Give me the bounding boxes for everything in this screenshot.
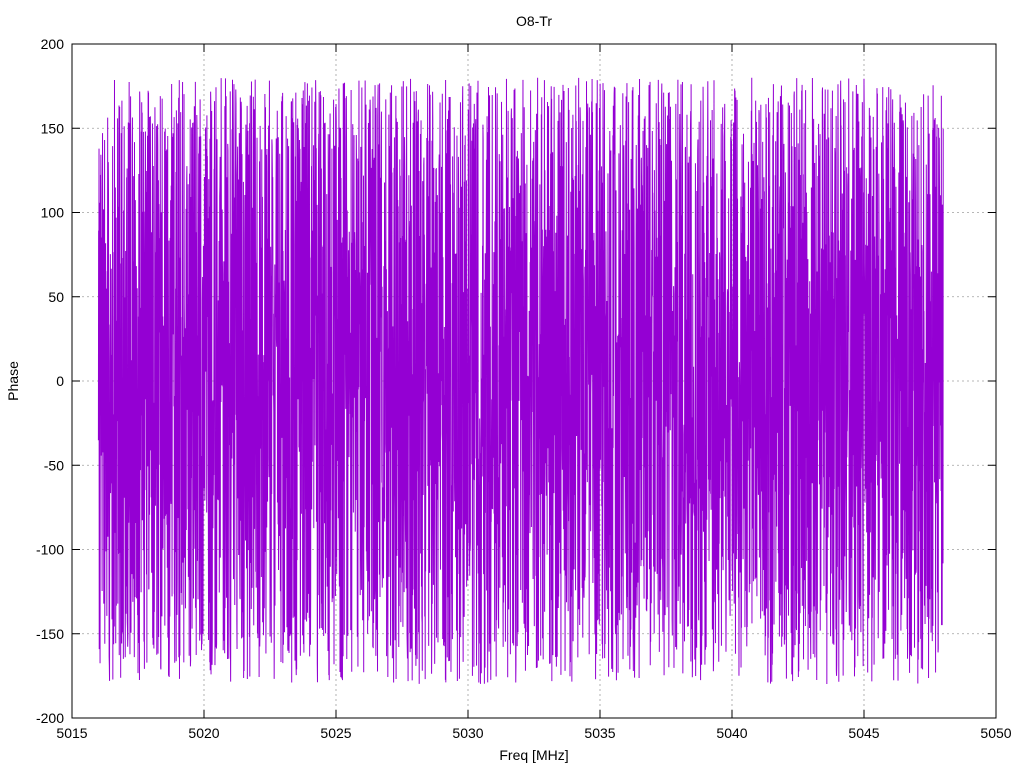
y-tick-label: -200 (36, 710, 64, 726)
y-axis-label: Phase (5, 361, 21, 401)
x-tick-label: 5035 (584, 725, 615, 741)
y-tick-label: 100 (41, 205, 65, 221)
y-tick-label: 150 (41, 120, 65, 136)
x-tick-label: 5050 (980, 725, 1011, 741)
y-tick-label: -150 (36, 626, 64, 642)
x-tick-label: 5025 (320, 725, 351, 741)
y-tick-label: -100 (36, 542, 64, 558)
x-tick-label: 5030 (452, 725, 483, 741)
x-tick-label: 5040 (716, 725, 747, 741)
phase-chart: 5015 5020 5025 5030 5035 5040 5045 5050 200 150 10… (5, 13, 1012, 763)
y-tick-label: 200 (41, 36, 65, 52)
y-tick-label: 50 (48, 289, 64, 305)
y-tick-label: 0 (56, 373, 64, 389)
phase-series-line (97, 77, 944, 684)
x-tick-label: 5015 (56, 725, 87, 741)
chart-title: O8-Tr (516, 13, 552, 29)
x-tick-label: 5045 (848, 725, 879, 741)
x-axis-label: Freq [MHz] (499, 747, 568, 763)
series-phase (97, 77, 944, 684)
x-tick-label: 5020 (188, 725, 219, 741)
y-tick-label: -50 (44, 457, 64, 473)
